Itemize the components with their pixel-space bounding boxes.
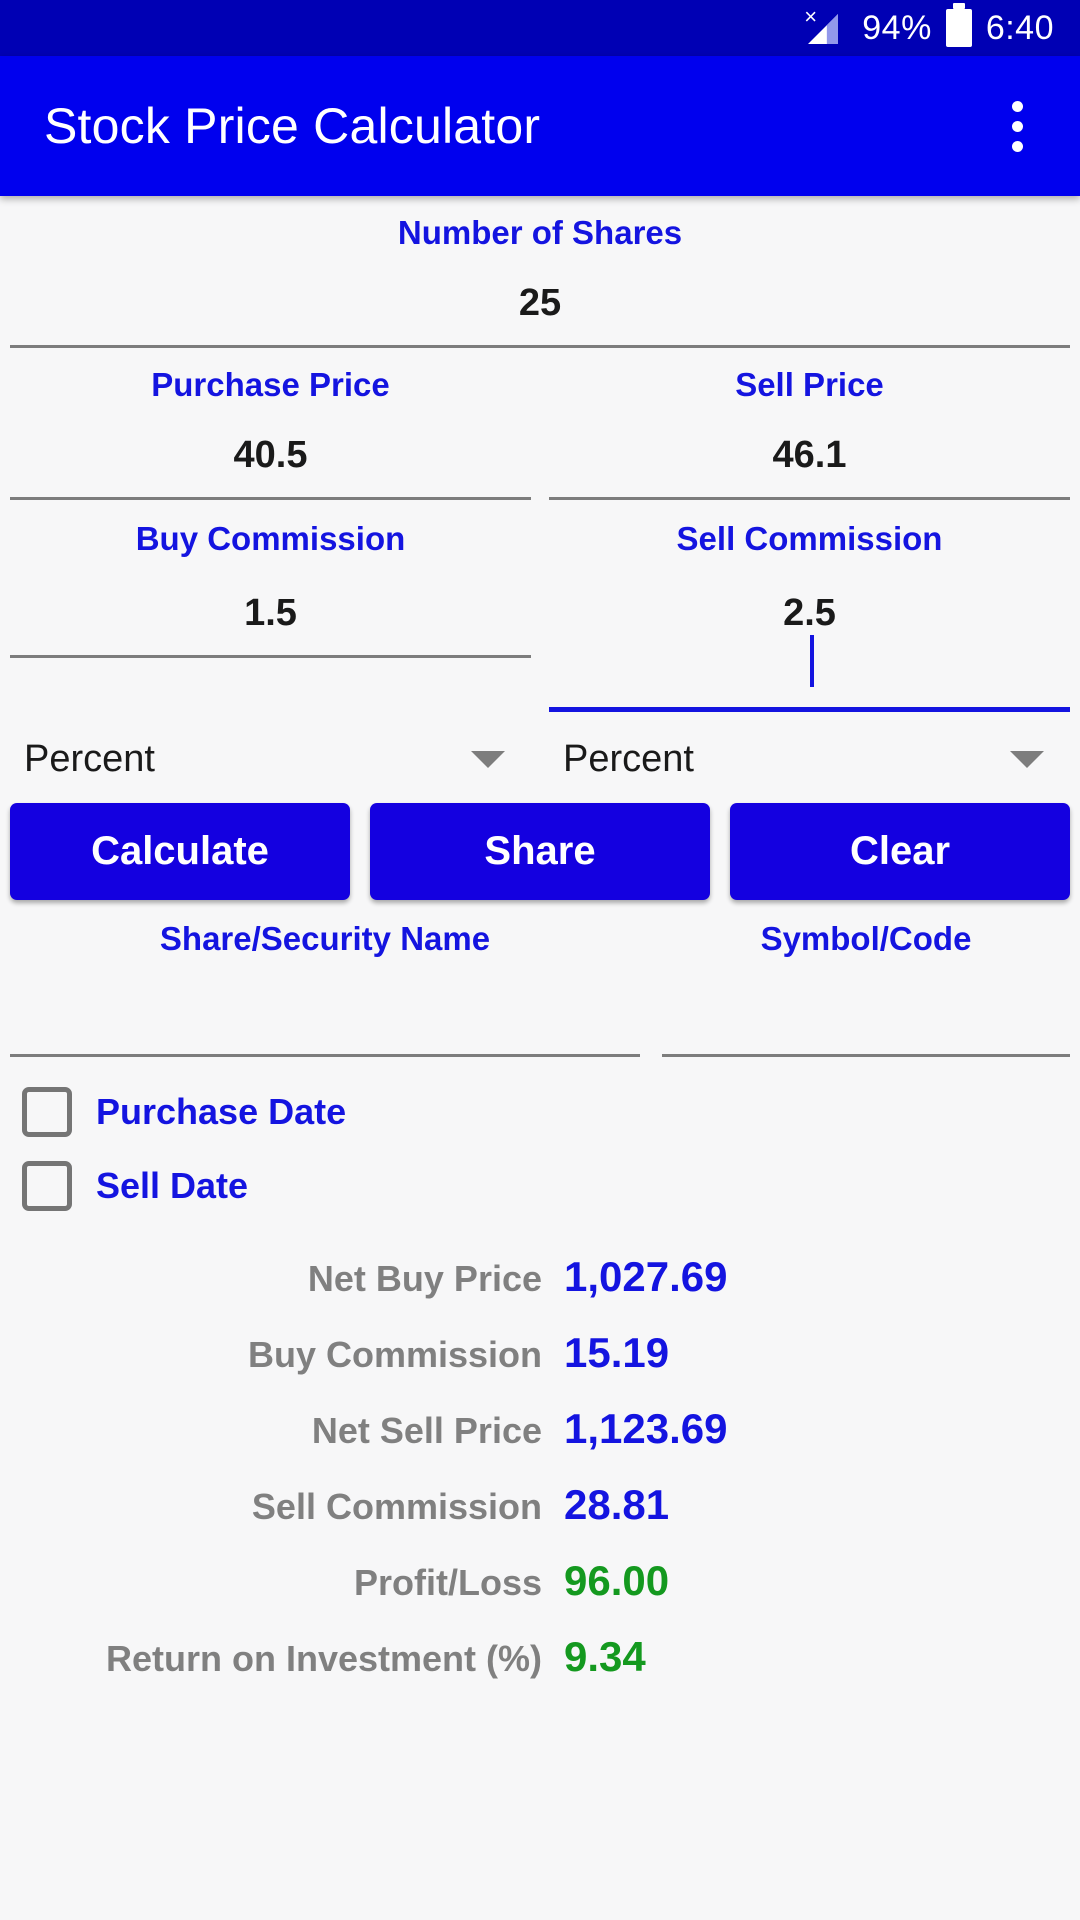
result-row: Net Buy Price 1,027.69 [0,1253,1080,1301]
symbol-code-underline [662,1054,1070,1057]
sell-commission-label: Sell Commission [676,520,943,557]
security-name-underline [10,1054,640,1057]
result-row: Sell Commission 28.81 [0,1481,1080,1529]
result-row: Profit/Loss 96.00 [0,1557,1080,1605]
sell-price-input[interactable]: 46.1 [549,434,1070,477]
battery-full-icon [945,3,972,47]
calculate-button[interactable]: Calculate [10,803,350,900]
sell-date-label: Sell Date [96,1165,249,1206]
status-bar: × 94% 6:40 [0,0,1080,56]
text-caret [809,635,814,687]
buy-commission-result-label: Buy Commission [247,1334,542,1375]
result-row: Net Sell Price 1,123.69 [0,1405,1080,1453]
buy-commission-type-spinner[interactable]: Percent [10,738,531,781]
action-buttons-row: Calculate Share Clear [0,803,1080,900]
sell-price-label: Sell Price [735,366,884,403]
purchase-price-field-group: Purchase Price 40.5 [10,348,531,500]
net-sell-price-label: Net Sell Price [311,1410,542,1451]
share-button[interactable]: Share [370,803,710,900]
sell-commission-type-spinner[interactable]: Percent [549,738,1070,781]
purchase-price-label: Purchase Price [151,366,390,403]
sell-commission-field-group: Sell Commission 2.5 [549,500,1070,712]
security-name-row: Share/Security Name Symbol/Code [0,920,1080,1057]
security-name-input[interactable] [10,958,640,1054]
checkbox-unchecked-icon[interactable] [22,1161,72,1211]
commission-type-row: Percent Percent [0,738,1080,781]
clear-button[interactable]: Clear [730,803,1070,900]
commission-row: Buy Commission 1.5 Sell Commission 2.5 [0,500,1080,712]
sell-price-field-group: Sell Price 46.1 [549,348,1070,500]
price-row: Purchase Price 40.5 Sell Price 46.1 [0,348,1080,500]
purchase-price-input[interactable]: 40.5 [10,434,531,477]
chevron-down-icon [471,751,505,768]
buy-commission-type-value: Percent [24,738,155,780]
profit-loss-value: 96.00 [564,1557,670,1604]
purchase-date-checkbox-row[interactable]: Purchase Date [0,1087,1080,1137]
chevron-down-icon [1010,751,1044,768]
no-sim-signal-icon: × [804,6,848,48]
page-title: Stock Price Calculator [44,98,541,154]
symbol-code-label: Symbol/Code [760,920,972,957]
buy-commission-field-group: Buy Commission 1.5 [10,500,531,712]
security-name-label: Share/Security Name [159,920,491,957]
battery-percent-label: 94% [862,8,932,47]
symbol-code-input[interactable] [662,958,1070,1054]
net-buy-price-value: 1,027.69 [564,1253,728,1300]
sell-date-checkbox-row[interactable]: Sell Date [0,1161,1080,1211]
roi-label: Return on Investment (%) [105,1638,542,1679]
security-name-field-group: Share/Security Name [10,920,640,1057]
shares-label: Number of Shares [397,214,683,251]
symbol-code-field-group: Symbol/Code [662,920,1070,1057]
result-row: Return on Investment (%) 9.34 [0,1633,1080,1681]
buy-commission-input[interactable]: 1.5 [10,592,531,635]
buy-commission-result-value: 15.19 [564,1329,670,1376]
sell-commission-input[interactable]: 2.5 [549,592,1070,635]
buy-commission-underline [10,655,531,658]
net-sell-price-value: 1,123.69 [564,1405,728,1452]
sell-commission-type-value: Percent [563,738,694,780]
sell-commission-result-value: 28.81 [564,1481,670,1528]
sell-commission-underline-focused [549,707,1070,712]
profit-loss-label: Profit/Loss [353,1562,542,1603]
sell-commission-value-line: 2.5 [549,592,1070,687]
result-row: Buy Commission 15.19 [0,1329,1080,1377]
net-buy-price-label: Net Buy Price [307,1258,542,1299]
app-bar: Stock Price Calculator [0,56,1080,196]
main-content: Number of Shares 25 Purchase Price 40.5 … [0,214,1080,1681]
purchase-date-label: Purchase Date [96,1091,347,1132]
results-panel: Net Buy Price 1,027.69 Buy Commission 15… [0,1253,1080,1681]
more-vertical-icon[interactable] [994,91,1040,161]
shares-input[interactable]: 25 [10,282,1070,325]
sell-commission-result-label: Sell Commission [251,1486,542,1527]
roi-value: 9.34 [564,1633,646,1680]
buy-commission-label: Buy Commission [135,520,406,557]
checkbox-unchecked-icon[interactable] [22,1087,72,1137]
shares-field-group: Number of Shares 25 [0,214,1080,348]
clock-label: 6:40 [985,8,1054,47]
